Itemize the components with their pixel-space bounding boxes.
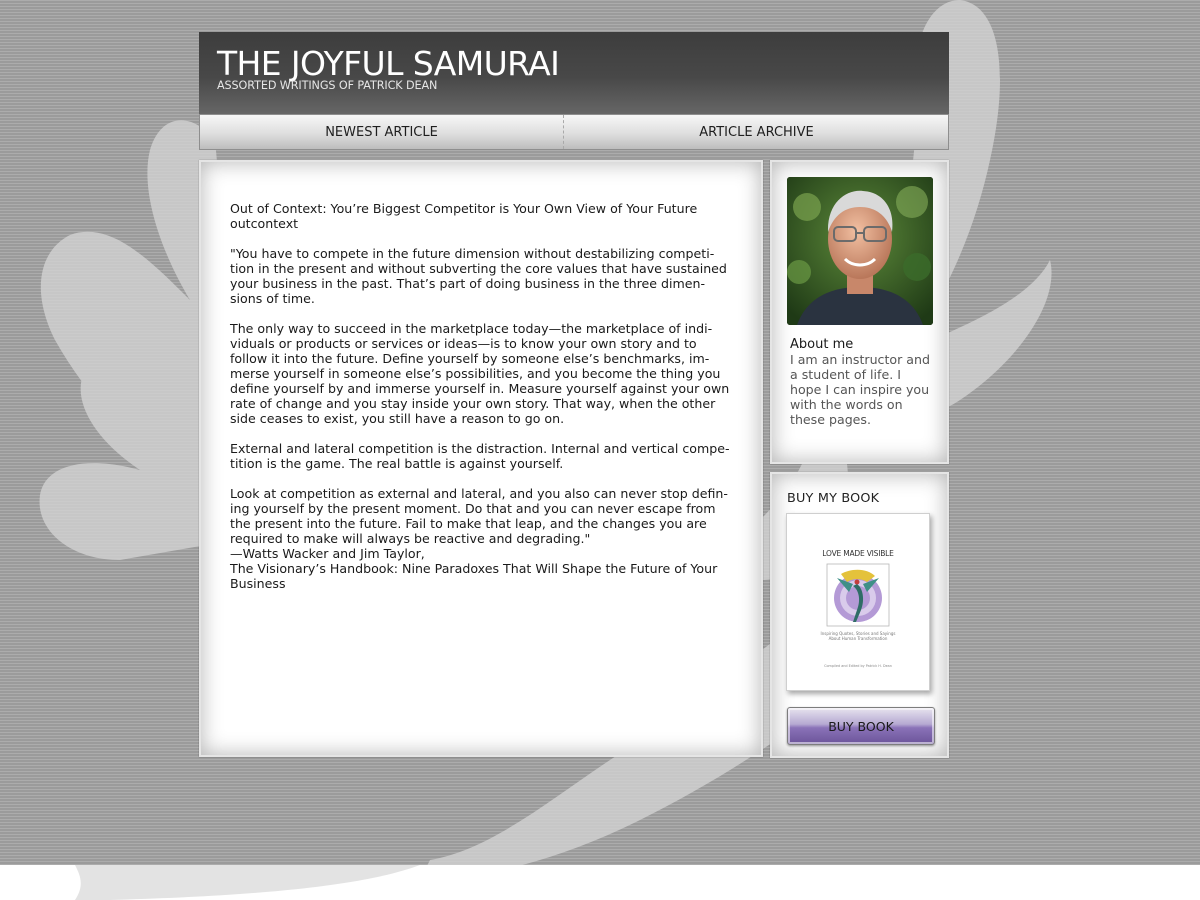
site-subtitle: ASSORTED WRITINGS OF PATRICK DEAN bbox=[217, 79, 438, 92]
article-line: rate of change and you stay inside your … bbox=[230, 396, 716, 411]
page-bottom bbox=[0, 865, 1200, 900]
article-line: required to make will always be reactive… bbox=[230, 531, 591, 546]
nav-newest-article[interactable]: NEWEST ARTICLE bbox=[200, 115, 564, 149]
article-line: viduals or products or services or ideas… bbox=[230, 336, 697, 351]
about-text-line: these pages. bbox=[790, 412, 871, 427]
about-heading: About me bbox=[790, 337, 854, 352]
article-paragraph: "You have to compete in the future dimen… bbox=[230, 246, 735, 306]
about-text-line: hope I can inspire you bbox=[790, 382, 930, 397]
watermark-tail bbox=[75, 865, 420, 900]
article-paragraph: External and lateral competition is the … bbox=[230, 441, 735, 471]
cover-subtitle-line: About Human Transformation bbox=[828, 636, 888, 641]
about-text-line: with the words on bbox=[790, 397, 903, 412]
buy-book-button[interactable]: BUY BOOK bbox=[787, 707, 935, 745]
article-line: External and lateral competition is the … bbox=[230, 441, 730, 456]
article-line: define yourself by and immerse yourself … bbox=[230, 381, 730, 396]
article-line: Look at competition as external and late… bbox=[230, 486, 728, 501]
main-nav: NEWEST ARTICLE ARTICLE ARCHIVE bbox=[199, 114, 949, 150]
about-text-line: I am an instructor and bbox=[790, 352, 930, 367]
article-content: Out of Context: You’re Biggest Competito… bbox=[230, 201, 735, 606]
cover-crane-art bbox=[826, 563, 890, 627]
article-line: the present into the future. Fail to mak… bbox=[230, 516, 707, 531]
book-panel: BUY MY BOOK LOVE MADE VISIBLE Inspiring … bbox=[770, 472, 949, 758]
site-header: THE JOYFUL SAMURAI ASSORTED WRITINGS OF … bbox=[199, 32, 949, 115]
author-portrait bbox=[787, 177, 933, 325]
nav-article-archive[interactable]: ARTICLE ARCHIVE bbox=[564, 115, 949, 149]
cover-title: LOVE MADE VISIBLE bbox=[822, 549, 894, 558]
about-text: I am an instructor and a student of life… bbox=[790, 352, 935, 427]
cover-credit: Compiled and Edited by Patrick H. Dean bbox=[824, 664, 892, 668]
article-source: Business bbox=[230, 576, 286, 591]
article-line: merse yourself in someone else’s possibi… bbox=[230, 366, 721, 381]
article-line: follow it into the future. Define yourse… bbox=[230, 351, 710, 366]
article-line: "You have to compete in the future dimen… bbox=[230, 246, 715, 261]
article-source: The Visionary’s Handbook: Nine Paradoxes… bbox=[230, 561, 718, 576]
article-line: sions of time. bbox=[230, 291, 315, 306]
book-heading: BUY MY BOOK bbox=[787, 491, 880, 506]
article-paragraph: Look at competition as external and late… bbox=[230, 486, 735, 591]
article-attribution: —Watts Wacker and Jim Taylor, bbox=[230, 546, 425, 561]
author-photo bbox=[787, 177, 933, 325]
about-panel: About me I am an instructor and a studen… bbox=[770, 160, 949, 464]
article-line: side ceases to exist, you still have a r… bbox=[230, 411, 565, 426]
site-title[interactable]: THE JOYFUL SAMURAI bbox=[217, 44, 560, 83]
article-title: Out of Context: You’re Biggest Competito… bbox=[230, 201, 735, 231]
about-text-line: a student of life. I bbox=[790, 367, 901, 382]
article-line: The only way to succeed in the marketpla… bbox=[230, 321, 713, 336]
article-panel: Out of Context: You’re Biggest Competito… bbox=[199, 160, 763, 757]
article-line: tion in the present and without subverti… bbox=[230, 261, 727, 276]
cover-subtitle: Inspiring Quotes, Stories and Sayings Ab… bbox=[787, 631, 929, 641]
article-line: tition is the game. The real battle is a… bbox=[230, 456, 564, 471]
article-title-line: Out of Context: You’re Biggest Competito… bbox=[230, 201, 698, 216]
article-title-line: outcontext bbox=[230, 216, 299, 231]
article-line: your business in the past. That’s part o… bbox=[230, 276, 706, 291]
article-paragraph: The only way to succeed in the marketpla… bbox=[230, 321, 735, 426]
article-line: ing yourself by the present moment. Do t… bbox=[230, 501, 716, 516]
book-cover-image[interactable]: LOVE MADE VISIBLE Inspiring Quotes, Stor… bbox=[786, 513, 930, 691]
